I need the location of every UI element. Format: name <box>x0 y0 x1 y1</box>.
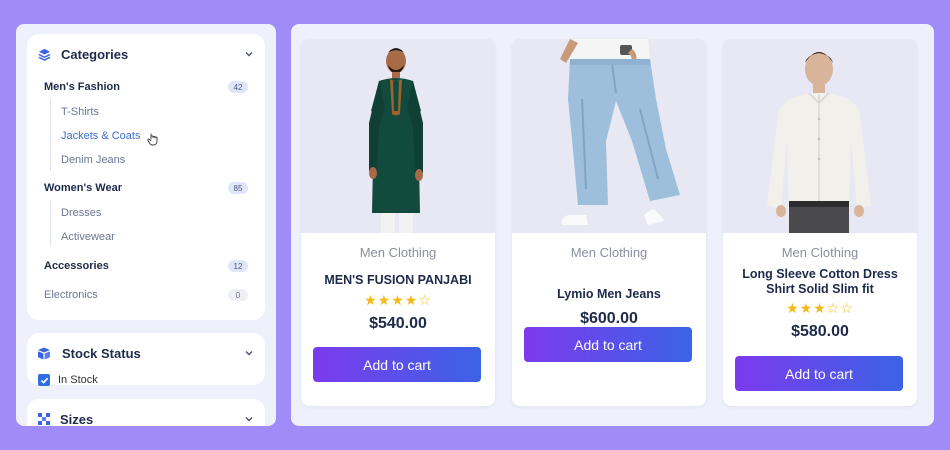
product-rating: ★★★☆☆ <box>723 300 917 316</box>
stock-status-header[interactable]: Stock Status <box>27 341 265 365</box>
star-filled-icon: ★ <box>799 300 814 316</box>
sizes-title: Sizes <box>60 411 94 427</box>
sizes-header[interactable]: Sizes <box>27 407 265 426</box>
product-price: $540.00 <box>369 315 427 332</box>
star-filled-icon: ★ <box>391 292 405 308</box>
subcategory-t-shirts[interactable]: T-Shirts <box>61 104 99 120</box>
product-name[interactable]: Long Sleeve Cotton Dress Shirt Solid Sli… <box>733 267 907 297</box>
chevron-down-icon[interactable] <box>243 347 255 359</box>
in-stock-option[interactable]: In Stock <box>38 373 98 387</box>
chevron-down-icon[interactable] <box>243 413 255 425</box>
checkmark-icon <box>40 377 48 384</box>
star-empty-icon: ☆ <box>840 300 854 316</box>
product-card[interactable]: Men Clothing MEN'S FUSION PANJABI ★★★★☆ … <box>301 39 495 406</box>
product-price: $580.00 <box>791 323 849 340</box>
subcategory-denim-jeans[interactable]: Denim Jeans <box>61 152 125 168</box>
star-empty-icon: ☆ <box>418 292 432 308</box>
category-count-badge: 42 <box>228 81 248 93</box>
subcategory-jackets-coats[interactable]: Jackets & Coats <box>61 128 140 144</box>
grid-icon <box>37 412 51 426</box>
subcategory-activewear[interactable]: Activewear <box>61 229 115 245</box>
chevron-down-icon[interactable] <box>243 48 255 60</box>
product-image[interactable] <box>301 39 495 233</box>
product-category: Men Clothing <box>570 245 648 260</box>
subcategory-divider <box>50 200 51 246</box>
product-rating: ★★★★☆ <box>301 292 495 308</box>
category-mens-fashion[interactable]: Men's Fashion 42 <box>44 77 248 97</box>
in-stock-label: In Stock <box>58 374 98 386</box>
subcategory-divider <box>50 99 51 171</box>
product-image[interactable] <box>512 39 706 233</box>
category-count-badge: 85 <box>228 182 248 194</box>
filter-sidebar: Categories Men's Fashion 42 T-Shirts Jac… <box>16 24 276 426</box>
category-womens-wear[interactable]: Women's Wear 85 <box>44 178 248 198</box>
add-to-cart-button[interactable]: Add to cart <box>524 327 692 362</box>
subcategory-dresses[interactable]: Dresses <box>61 205 101 221</box>
layers-icon <box>37 47 51 61</box>
category-count-badge: 12 <box>228 260 248 272</box>
category-accessories[interactable]: Accessories 12 <box>44 256 248 276</box>
add-to-cart-button[interactable]: Add to cart <box>735 356 903 391</box>
star-filled-icon: ★ <box>364 292 378 308</box>
product-price: $600.00 <box>580 310 638 327</box>
categories-header[interactable]: Categories <box>27 42 265 66</box>
stock-status-title: Stock Status <box>62 345 141 361</box>
star-filled-icon: ★ <box>404 292 419 308</box>
stock-status-card: Stock Status In Stock <box>27 333 265 387</box>
product-card[interactable]: Men Clothing Long Sleeve Cotton Dress Sh… <box>723 39 917 406</box>
category-count-badge: 0 <box>228 289 248 301</box>
star-filled-icon: ★ <box>377 292 392 308</box>
product-category: Men Clothing <box>781 245 859 260</box>
star-filled-icon: ★ <box>786 300 800 316</box>
product-name[interactable]: MEN'S FUSION PANJABI <box>311 273 485 288</box>
category-electronics[interactable]: Electronics 0 <box>44 285 248 305</box>
star-filled-icon: ★ <box>813 300 827 316</box>
star-empty-icon: ☆ <box>826 300 841 316</box>
product-category: Men Clothing <box>359 245 437 260</box>
category-label: Accessories <box>44 260 109 272</box>
sizes-card: Sizes <box>27 399 265 426</box>
category-label: Men's Fashion <box>44 81 120 93</box>
category-label: Electronics <box>44 289 98 301</box>
categories-title: Categories <box>61 46 129 62</box>
category-label: Women's Wear <box>44 182 123 194</box>
box-icon <box>37 346 51 360</box>
product-name[interactable]: Lymio Men Jeans <box>522 287 696 302</box>
categories-card: Categories Men's Fashion 42 T-Shirts Jac… <box>27 34 265 320</box>
product-card[interactable]: Men Clothing Lymio Men Jeans $600.00 Add… <box>512 39 706 406</box>
product-grid: Men Clothing MEN'S FUSION PANJABI ★★★★☆ … <box>291 24 934 426</box>
add-to-cart-button[interactable]: Add to cart <box>313 347 481 382</box>
product-image[interactable] <box>723 39 917 233</box>
in-stock-checkbox[interactable] <box>38 374 50 386</box>
hand-pointer-icon <box>147 133 158 146</box>
